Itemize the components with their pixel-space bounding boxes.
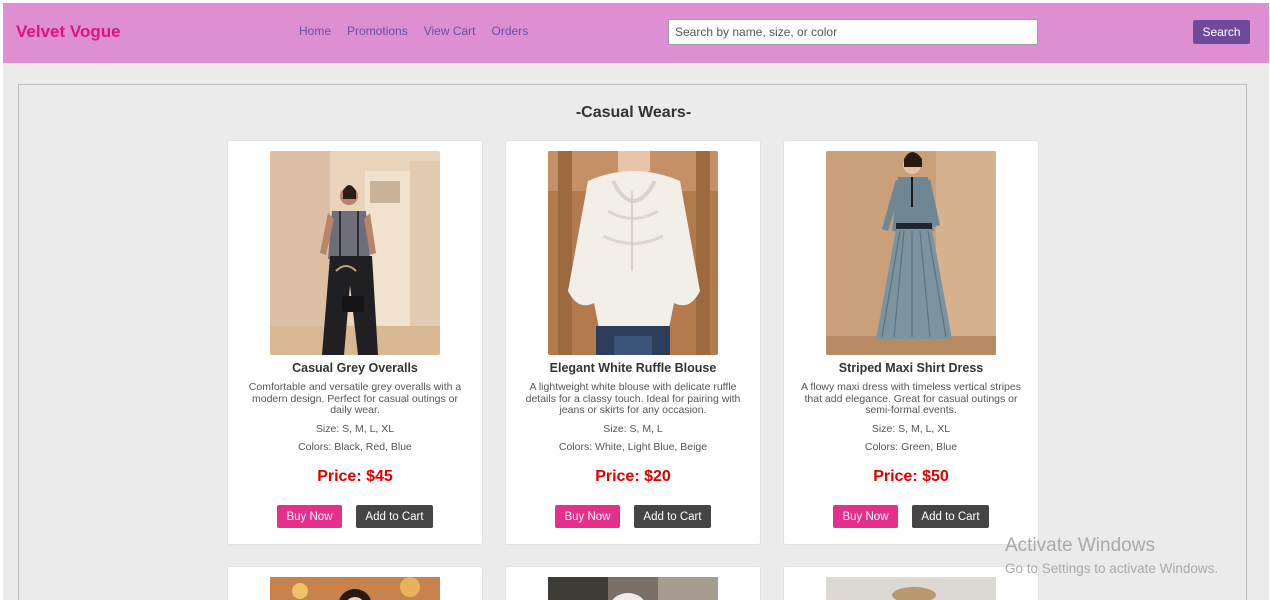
product-name: Striped Maxi Shirt Dress	[838, 361, 984, 375]
page-frame: Velvet Vogue Home Promotions View Cart O…	[3, 3, 1269, 600]
search-button[interactable]: Search	[1193, 20, 1250, 44]
product-price: Price: $20	[595, 468, 671, 485]
product-image[interactable]	[826, 151, 996, 355]
add-to-cart-button[interactable]: Add to Cart	[356, 505, 433, 528]
product-image[interactable]	[548, 577, 718, 600]
buy-now-button[interactable]: Buy Now	[833, 505, 898, 528]
product-name: Casual Grey Overalls	[292, 361, 418, 375]
product-photo-overalls	[270, 151, 440, 355]
top-navbar: Velvet Vogue Home Promotions View Cart O…	[3, 3, 1269, 63]
product-description: A lightweight white blouse with delicate…	[525, 381, 741, 416]
buy-now-button[interactable]: Buy Now	[555, 505, 620, 528]
product-card	[783, 566, 1039, 600]
product-price: Price: $50	[873, 468, 949, 485]
product-description: Comfortable and versatile grey overalls …	[248, 381, 462, 416]
product-photo-partial	[270, 577, 440, 600]
watermark-subtitle: Go to Settings to activate Windows.	[1005, 561, 1219, 576]
product-photo-blouse	[548, 151, 718, 355]
product-sizes: Size: S, M, L, XL	[871, 423, 951, 435]
product-price: Price: $45	[317, 468, 393, 485]
section-title: -Casual Wears-	[575, 104, 692, 121]
brand-logo[interactable]: Velvet Vogue	[16, 22, 121, 42]
product-image[interactable]	[270, 151, 440, 355]
product-photo-maxi-dress	[826, 151, 996, 355]
product-card	[227, 566, 483, 600]
products-panel: -Casual Wears- Casual Grey Overalls Comf…	[18, 84, 1247, 600]
product-colors: Colors: Black, Red, Blue	[298, 441, 412, 453]
nav-orders-link[interactable]: Orders	[492, 24, 529, 38]
product-description: A flowy maxi dress with timeless vertica…	[801, 381, 1021, 416]
nav-view-cart-link[interactable]: View Cart	[424, 24, 476, 38]
product-card: Elegant White Ruffle Blouse A lightweigh…	[505, 140, 761, 545]
nav-promotions-link[interactable]: Promotions	[347, 24, 408, 38]
main-nav: Home Promotions View Cart Orders	[299, 24, 528, 38]
product-image[interactable]	[270, 577, 440, 600]
product-card	[505, 566, 761, 600]
product-name: Elegant White Ruffle Blouse	[549, 361, 717, 375]
product-photo-partial	[548, 577, 718, 600]
product-photo-partial	[826, 577, 996, 600]
product-image[interactable]	[548, 151, 718, 355]
nav-home-link[interactable]: Home	[299, 24, 331, 38]
product-card: Casual Grey Overalls Comfortable and ver…	[227, 140, 483, 545]
product-sizes: Size: S, M, L, XL	[315, 423, 395, 435]
product-card: Striped Maxi Shirt Dress A flowy maxi dr…	[783, 140, 1039, 545]
product-image[interactable]	[826, 577, 996, 600]
search-input[interactable]	[668, 19, 1038, 45]
product-colors: Colors: White, Light Blue, Beige	[558, 441, 708, 453]
watermark-title: Activate Windows	[1005, 535, 1155, 556]
product-sizes: Size: S, M, L	[603, 423, 663, 435]
add-to-cart-button[interactable]: Add to Cart	[634, 505, 711, 528]
product-colors: Colors: Green, Blue	[864, 441, 958, 453]
activate-windows-watermark: Activate Windows Go to Settings to activ…	[1005, 535, 1218, 576]
buy-now-button[interactable]: Buy Now	[277, 505, 342, 528]
add-to-cart-button[interactable]: Add to Cart	[912, 505, 989, 528]
